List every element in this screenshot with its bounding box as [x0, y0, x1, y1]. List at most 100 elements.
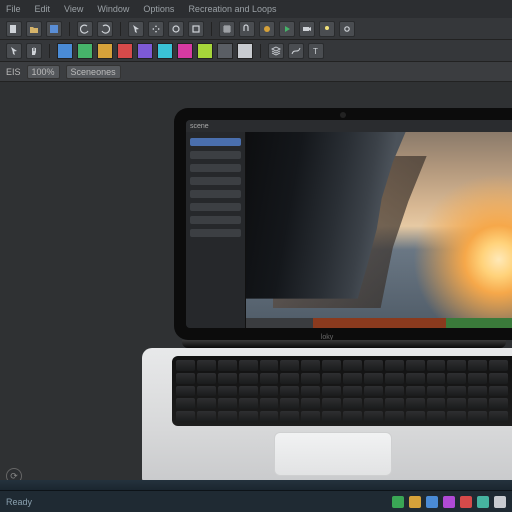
grid-toggle-button[interactable] [219, 21, 235, 37]
inner-sidebar-item[interactable] [190, 164, 241, 172]
key [197, 386, 216, 397]
key [218, 373, 237, 384]
key [218, 360, 237, 371]
key [322, 398, 341, 409]
inner-sidebar-item[interactable] [190, 229, 241, 237]
key [322, 373, 341, 384]
undo-button[interactable] [77, 21, 93, 37]
key [197, 411, 216, 422]
timeline-clip[interactable] [446, 318, 512, 328]
key [176, 411, 195, 422]
inner-sidebar-item[interactable] [190, 216, 241, 224]
swatch-1[interactable] [77, 43, 93, 59]
inner-sidebar-item[interactable] [190, 190, 241, 198]
key [468, 360, 487, 371]
swatch-5[interactable] [157, 43, 173, 59]
ribbon-label: EIS [6, 67, 21, 77]
laptop-deck [142, 348, 512, 484]
tray-icon[interactable] [392, 496, 404, 508]
tray-icon[interactable] [443, 496, 455, 508]
settings-button[interactable] [339, 21, 355, 37]
tray-icon[interactable] [426, 496, 438, 508]
key [343, 360, 362, 371]
timeline-clip[interactable] [246, 318, 313, 328]
inner-sidebar-item[interactable] [190, 151, 241, 159]
new-file-button[interactable] [6, 21, 22, 37]
key [218, 411, 237, 422]
save-button[interactable] [46, 21, 62, 37]
key [197, 360, 216, 371]
key [343, 411, 362, 422]
pointer-icon[interactable] [6, 43, 22, 59]
key [364, 360, 383, 371]
viewport-canvas[interactable]: scene [0, 82, 512, 490]
status-bar: Ready [0, 490, 512, 512]
menu-options[interactable]: Options [143, 4, 174, 14]
move-tool-button[interactable] [148, 21, 164, 37]
light-button[interactable] [319, 21, 335, 37]
text-icon[interactable]: T [308, 43, 324, 59]
key [364, 398, 383, 409]
tray-icon[interactable] [494, 496, 506, 508]
key [447, 360, 466, 371]
swatch-0[interactable] [57, 43, 73, 59]
open-file-button[interactable] [26, 21, 42, 37]
key [343, 373, 362, 384]
inner-timeline[interactable] [246, 318, 512, 328]
hand-icon[interactable] [26, 43, 42, 59]
swatch-2[interactable] [97, 43, 113, 59]
key [239, 411, 258, 422]
snap-toggle-button[interactable] [239, 21, 255, 37]
render-button[interactable] [259, 21, 275, 37]
toolbar-main [0, 18, 512, 40]
inner-sidebar-item[interactable] [190, 203, 241, 211]
mode-chip[interactable]: Sceneones [66, 65, 121, 79]
inner-sidebar-item[interactable] [190, 177, 241, 185]
key [406, 411, 425, 422]
key [364, 386, 383, 397]
redo-button[interactable] [97, 21, 113, 37]
swatch-3[interactable] [117, 43, 133, 59]
select-tool-button[interactable] [128, 21, 144, 37]
tray-icon[interactable] [409, 496, 421, 508]
menu-window[interactable]: Window [97, 4, 129, 14]
swatch-9[interactable] [237, 43, 253, 59]
swatch-4[interactable] [137, 43, 153, 59]
inner-sidebar-item[interactable] [190, 138, 241, 146]
key [176, 398, 195, 409]
play-button[interactable] [279, 21, 295, 37]
camera-button[interactable] [299, 21, 315, 37]
scale-tool-button[interactable] [188, 21, 204, 37]
swatch-7[interactable] [197, 43, 213, 59]
key [301, 411, 320, 422]
key [385, 411, 404, 422]
key [489, 411, 508, 422]
tray-icon[interactable] [460, 496, 472, 508]
key [468, 398, 487, 409]
key [260, 411, 279, 422]
menu-extra[interactable]: Recreation and Loops [188, 4, 276, 14]
key [406, 373, 425, 384]
inner-viewport [246, 132, 512, 328]
swatch-6[interactable] [177, 43, 193, 59]
timeline-strip[interactable] [0, 480, 512, 490]
key [343, 386, 362, 397]
curve-icon[interactable] [288, 43, 304, 59]
key [260, 360, 279, 371]
zoom-chip[interactable]: 100% [27, 65, 60, 79]
rotate-tool-button[interactable] [168, 21, 184, 37]
layers-icon[interactable] [268, 43, 284, 59]
key [301, 360, 320, 371]
key [218, 386, 237, 397]
swatch-8[interactable] [217, 43, 233, 59]
key [427, 386, 446, 397]
menu-view[interactable]: View [64, 4, 83, 14]
key [364, 373, 383, 384]
inner-sidebar [186, 132, 246, 328]
timeline-clip[interactable] [313, 318, 446, 328]
menu-edit[interactable]: Edit [35, 4, 51, 14]
menu-file[interactable]: File [6, 4, 21, 14]
tray-icon[interactable] [477, 496, 489, 508]
key [447, 386, 466, 397]
key [280, 398, 299, 409]
